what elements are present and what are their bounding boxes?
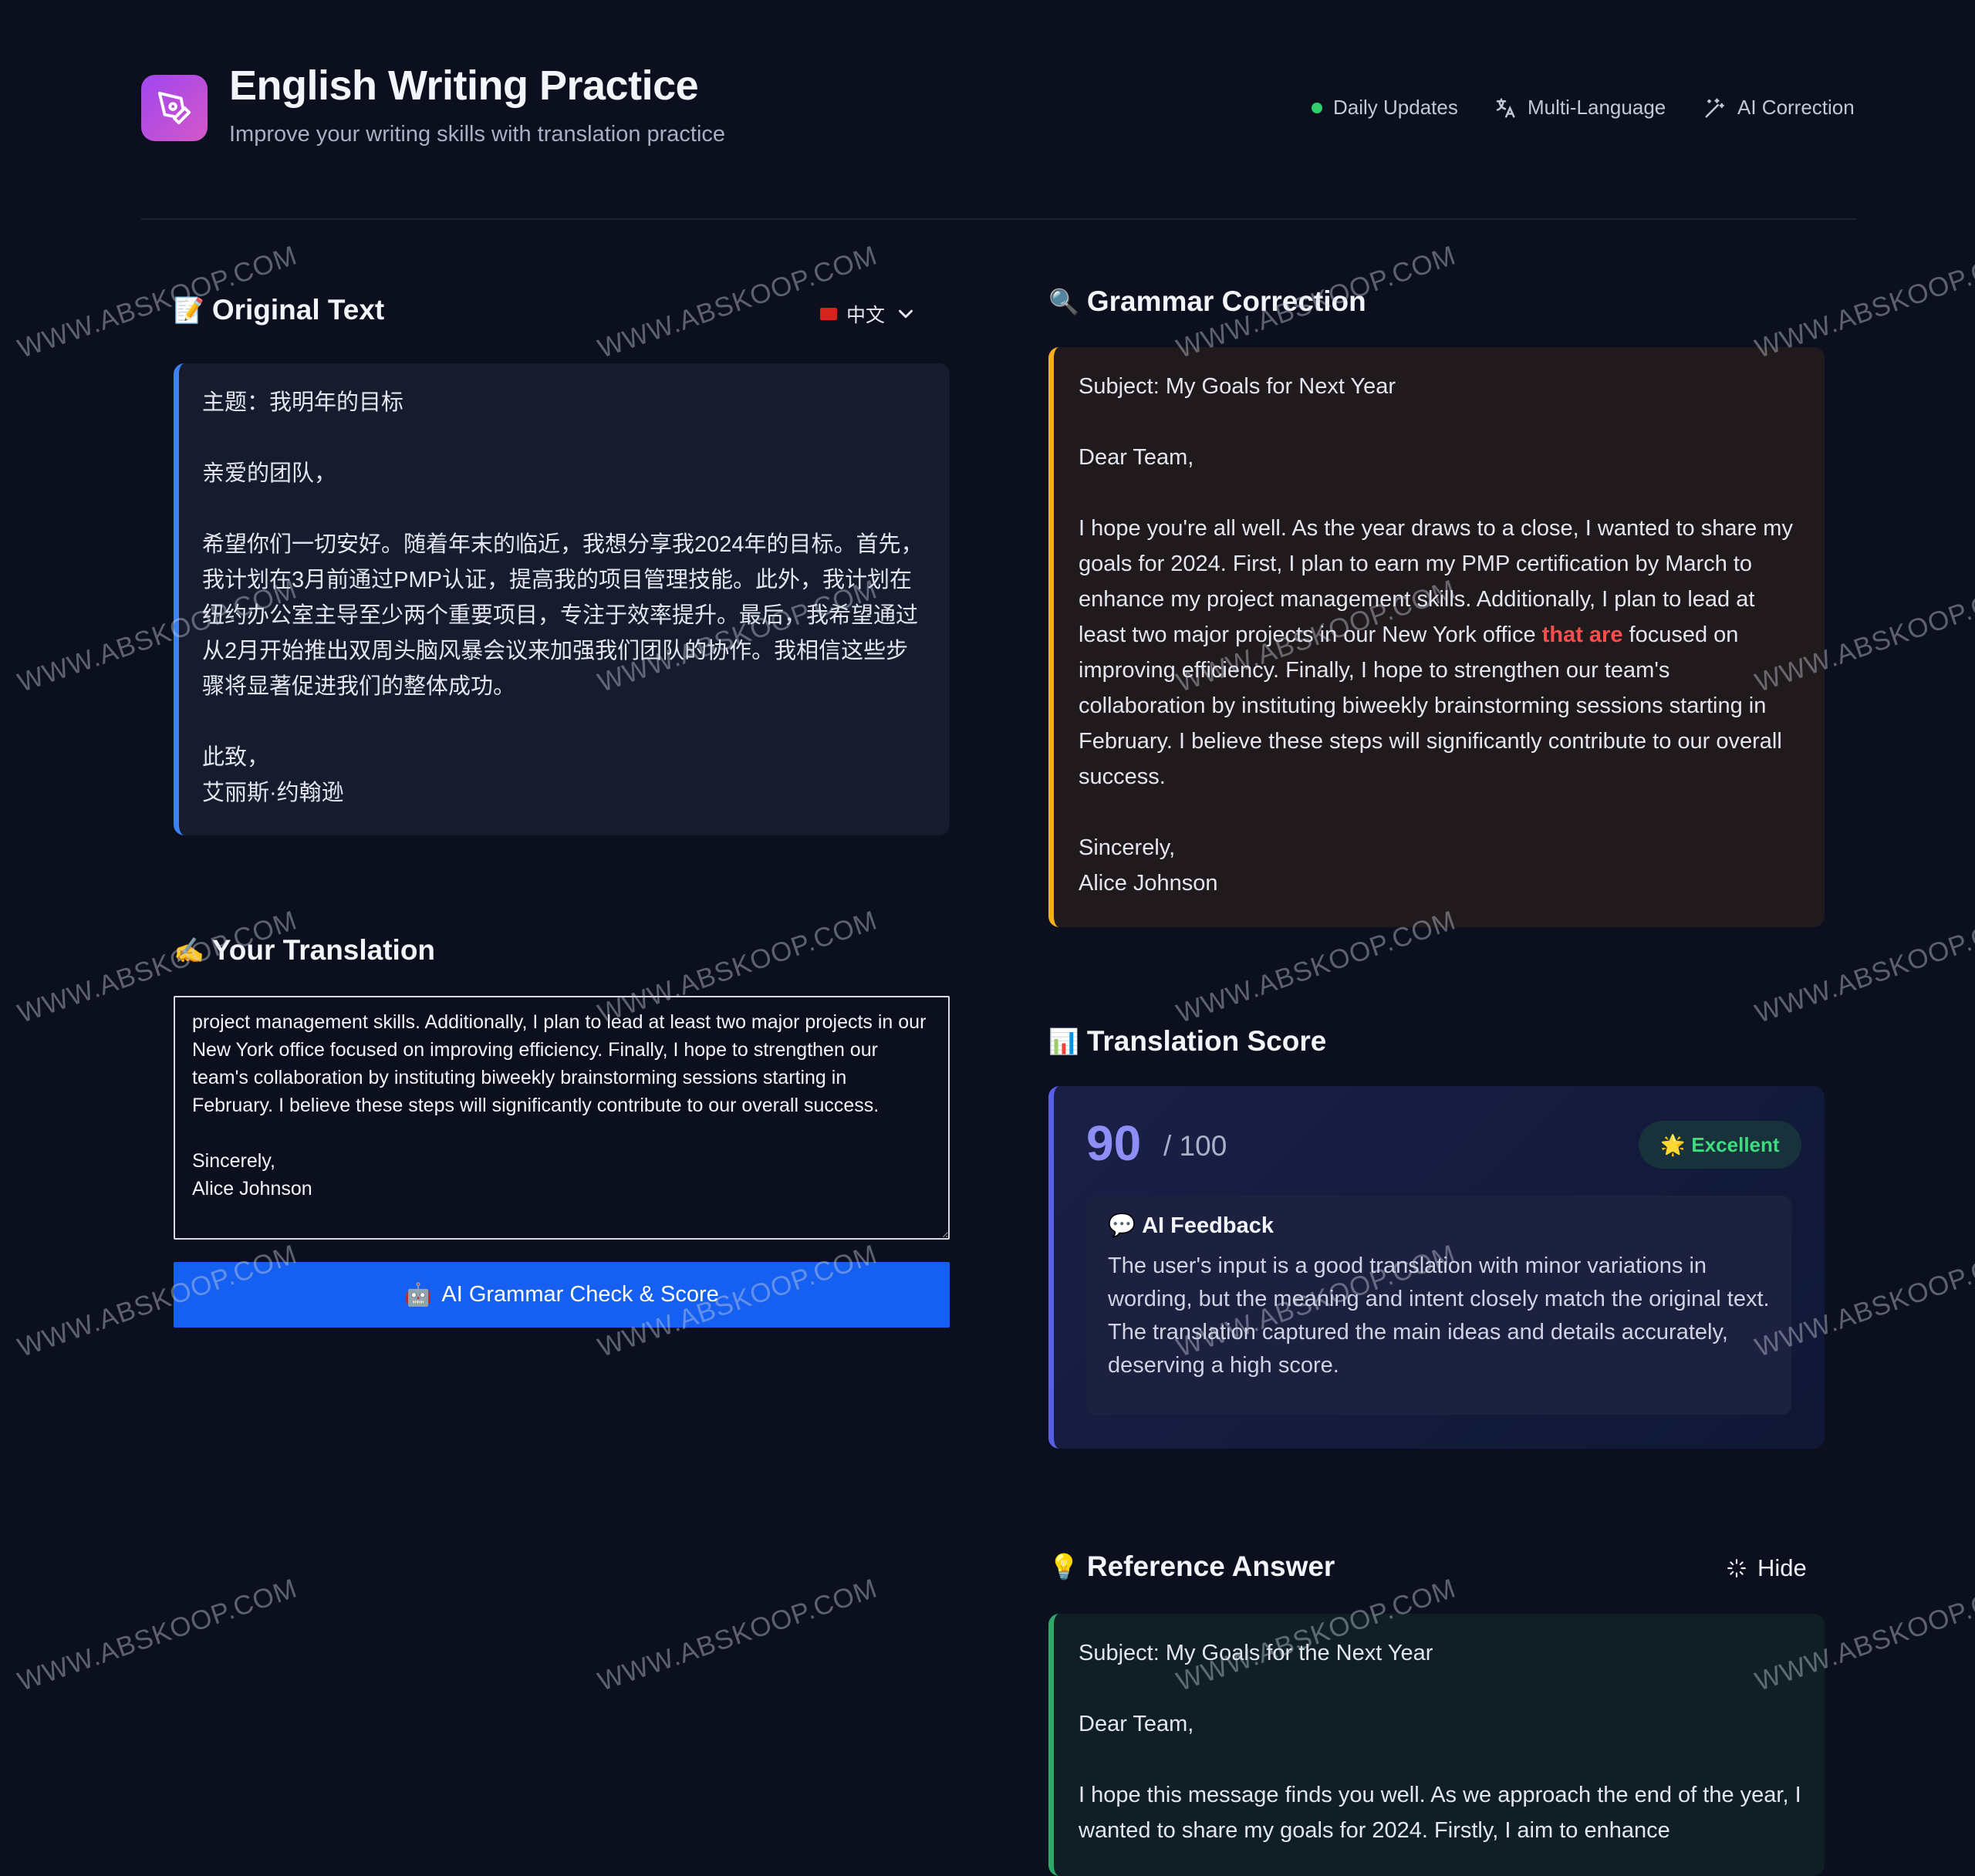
badge-label: Excellent [1691,1132,1780,1156]
watermark: WWW.ABSKOOP.COM [594,1573,881,1697]
wand-sparkles-icon [1705,98,1724,117]
corrected-text-part: focused on improving efficiency. Finally… [1079,623,1782,896]
grammar-correction-card: Subject: My Goals for Next Year Dear Tea… [1048,347,1825,927]
robot-icon: 🤖 [404,1282,433,1307]
section-title: Translation Score [1086,1025,1327,1057]
light-bulb-icon: 💡 [1048,1553,1079,1581]
score-max: / 100 [1163,1130,1227,1162]
reference-answer-heading: 💡 Reference Answer [1048,1550,1335,1583]
language-label: 中文 [846,305,886,326]
hide-reference-button[interactable]: Hide [1727,1554,1807,1582]
magnifier-icon: 🔍 [1048,288,1079,315]
app-title: English Writing Practice [229,62,699,109]
translate-icon [1496,98,1515,117]
status-dot-icon [1312,102,1322,113]
watermark: WWW.ABSKOOP.COM [14,1573,301,1697]
star-icon: 🌟 [1660,1132,1686,1156]
section-title: Reference Answer [1086,1550,1335,1582]
score-value: 90 [1086,1115,1142,1171]
section-title: Original Text [211,294,385,326]
correction-highlight: that are [1541,623,1623,647]
button-label: AI Grammar Check & Score [441,1282,719,1307]
pen-tool-icon [157,91,191,125]
translation-score-heading: 📊 Translation Score [1048,1025,1326,1058]
feedback-title: 💬 AI Feedback [1108,1213,1770,1239]
feedback-title-label: AI Feedback [1142,1213,1274,1238]
language-select[interactable]: 中文 [820,300,917,328]
feature-multi-language: Multi-Language [1494,96,1666,120]
feature-label: Daily Updates [1333,96,1458,119]
hide-label: Hide [1757,1554,1807,1581]
chevron-down-icon [899,309,913,319]
app-subtitle: Improve your writing skills with transla… [229,122,726,147]
feature-label: Multi-Language [1528,96,1666,119]
speech-bubble-icon: 💬 [1108,1213,1136,1238]
score-badge: 🌟 Excellent [1639,1121,1801,1169]
translation-textarea[interactable]: project management skills. Additionally,… [174,996,950,1240]
ai-feedback-box: 💬 AI Feedback The user's input is a good… [1086,1196,1791,1415]
reference-answer-card: Subject: My Goals for the Next Year Dear… [1048,1614,1825,1876]
china-flag-icon [820,308,837,320]
watermark: WWW.ABSKOOP.COM [1751,240,1975,364]
bar-chart-icon: 📊 [1048,1027,1079,1055]
feature-daily-updates: Daily Updates [1312,96,1458,120]
feature-ai-correction: AI Correction [1703,96,1855,120]
header-divider [141,218,1857,220]
app-logo [141,75,208,141]
sparkle-icon [1727,1559,1746,1577]
feature-label: AI Correction [1737,96,1855,119]
